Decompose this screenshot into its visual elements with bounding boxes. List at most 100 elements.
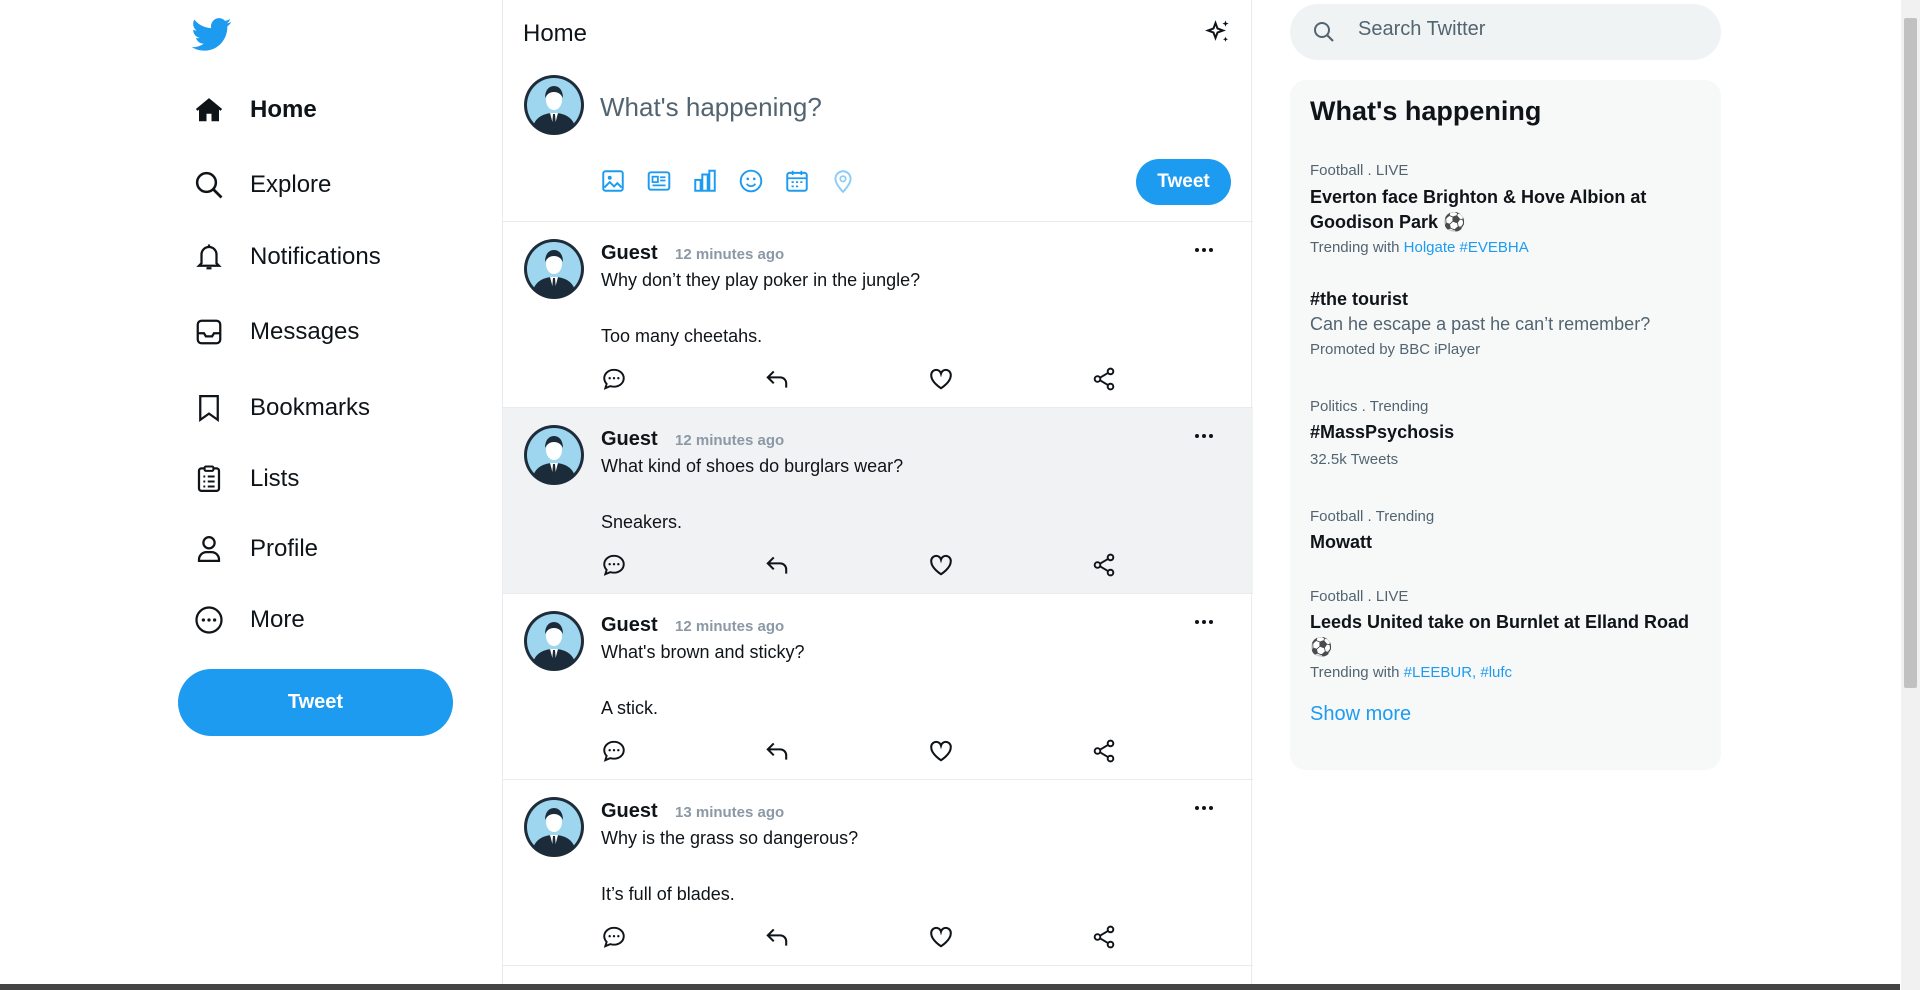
tweet-author[interactable]: Guest [601,800,658,823]
trend-sub-prefix: Trending with [1310,664,1404,681]
more-options-icon[interactable] [1191,798,1217,818]
trend-subtext: Promoted by BBC iPlayer [1310,341,1481,358]
tweet-timestamp: 12 minutes ago [675,246,785,263]
tweet-actions [601,924,1121,950]
nav-messages[interactable]: Messages [192,308,359,356]
tweet-card[interactable]: Guest 12 minutes ago What kind of shoes … [503,408,1253,594]
tweet-actions [601,738,1121,764]
twitter-logo-icon[interactable] [191,14,232,54]
trend-headline: #MassPsychosis [1310,422,1455,442]
inbox-icon [192,315,226,349]
reply-icon[interactable] [601,738,627,764]
nav-label: Explore [250,171,332,198]
nav-label: Bookmarks [250,394,371,421]
compose-tweet-button[interactable]: Tweet [1136,159,1231,205]
trend-item[interactable]: #the tourist Can he escape a past he can… [1310,287,1710,358]
like-icon[interactable] [928,924,954,950]
tweet-actions [601,552,1121,578]
home-icon [192,93,226,127]
search-box[interactable] [1290,4,1721,60]
location-icon[interactable] [830,168,856,194]
search-icon [192,168,226,202]
trends-panel: What's happening Football . LIVE Everton… [1290,80,1721,770]
trend-headline: Mowatt [1310,532,1372,552]
more-options-icon[interactable] [1191,612,1217,632]
trend-meta: Football . LIVE [1310,162,1409,179]
share-icon[interactable] [1091,738,1117,764]
nav-explore[interactable]: Explore [192,161,331,209]
search-input[interactable] [1358,18,1688,41]
emoji-icon[interactable] [738,168,764,194]
share-icon[interactable] [1091,552,1117,578]
like-icon[interactable] [928,738,954,764]
trend-meta: Football . LIVE [1310,588,1409,605]
retweet-icon[interactable] [764,738,790,764]
page-title: Home [523,20,588,47]
nav-more[interactable]: More [192,596,305,644]
trend-description: Can he escape a past he can’t remember? [1310,314,1651,334]
composer-tools [600,168,856,194]
nav-label: More [250,606,305,633]
tweet-card[interactable]: Guest 12 minutes ago What's brown and st… [503,594,1253,780]
tweet-card[interactable]: Guest 12 minutes ago Why don’t they play… [503,222,1253,408]
reply-icon[interactable] [601,366,627,392]
avatar [523,796,585,858]
trend-item[interactable]: Football . LIVE Everton face Brighton & … [1310,162,1710,256]
clipboard-icon [192,462,226,496]
image-icon[interactable] [600,168,626,194]
like-icon[interactable] [928,366,954,392]
person-icon [192,532,226,566]
more-options-icon[interactable] [1191,426,1217,446]
trend-hashtag-link[interactable]: #LEEBUR, #lufc [1404,664,1512,681]
nav-profile[interactable]: Profile [192,525,318,573]
compose-input[interactable] [600,92,1200,123]
reply-icon[interactable] [601,552,627,578]
tweet-author[interactable]: Guest [601,428,658,451]
trend-meta: Politics . Trending [1310,398,1429,415]
nav-notifications[interactable]: Notifications [192,233,381,281]
retweet-icon[interactable] [764,924,790,950]
nav-label: Home [250,96,317,123]
trend-subtext: 32.5k Tweets [1310,451,1399,468]
tweet-text: What's brown and sticky? [601,642,805,662]
share-icon[interactable] [1091,366,1117,392]
more-circle-icon [192,603,226,637]
more-options-icon[interactable] [1191,240,1217,260]
tweet-text: What kind of shoes do burglars wear? [601,456,904,476]
share-icon[interactable] [1091,924,1117,950]
show-more-link[interactable]: Show more [1310,703,1411,726]
page-scrollbar[interactable] [1901,0,1920,990]
like-icon[interactable] [928,552,954,578]
tweet-text: Too many cheetahs. [601,326,763,346]
trend-item[interactable]: Politics . Trending #MassPsychosis 32.5k… [1310,398,1710,468]
reply-icon[interactable] [601,924,627,950]
nav-label: Messages [250,318,360,345]
nav-lists[interactable]: Lists [192,455,299,503]
tweet-author[interactable]: Guest [601,242,658,265]
schedule-icon[interactable] [784,168,810,194]
twitter-page: Home Explore Notifications Messages Book… [0,0,1920,990]
scrollbar-thumb[interactable] [1904,18,1917,688]
sparkle-icon[interactable] [1203,18,1233,48]
retweet-icon[interactable] [764,552,790,578]
left-sidebar: Home Explore Notifications Messages Book… [178,0,498,990]
retweet-icon[interactable] [764,366,790,392]
tweet-author[interactable]: Guest [601,614,658,637]
tweet-card[interactable]: Guest 13 minutes ago Why is the grass so… [503,780,1253,966]
tweet-timestamp: 12 minutes ago [675,618,785,635]
nav-bookmarks[interactable]: Bookmarks [192,384,370,432]
trend-item[interactable]: Football . Trending Mowatt [1310,508,1710,555]
trend-item[interactable]: Football . LIVE Leeds United take on Bur… [1310,588,1710,681]
trend-hashtag-link[interactable]: Holgate #EVEBHA [1404,239,1529,256]
sidebar-tweet-button[interactable]: Tweet [178,669,453,736]
tweet-text: Why don’t they play poker in the jungle? [601,270,921,290]
tweet-composer: Tweet [503,66,1253,222]
nav-home[interactable]: Home [192,86,317,134]
trends-title: What's happening [1310,96,1542,126]
poll-icon[interactable] [692,168,718,194]
bottom-edge [0,984,1900,990]
tweet-text: A stick. [601,698,659,718]
tweet-timestamp: 12 minutes ago [675,432,785,449]
avatar [523,238,585,300]
gif-icon[interactable] [646,168,672,194]
